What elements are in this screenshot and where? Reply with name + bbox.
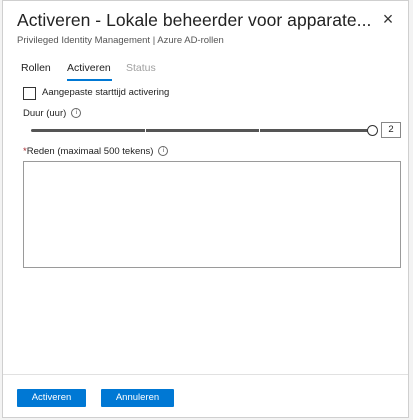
info-icon[interactable]: i	[71, 108, 82, 119]
custom-start-label: Aangepaste starttijd activering	[42, 87, 170, 98]
panel-subtitle: Privileged Identity Management | Azure A…	[17, 35, 224, 46]
duration-label: Duur (uur)	[23, 108, 67, 119]
activate-role-panel: Activeren - Lokale beheerder voor appara…	[2, 0, 409, 418]
slider-track	[31, 129, 371, 132]
active-tab-indicator	[67, 79, 112, 81]
reason-label-row: *Reden (maximaal 500 tekens) i	[23, 146, 169, 157]
tab-status: Status	[126, 62, 156, 74]
cancel-button[interactable]: Annuleren	[101, 389, 174, 407]
close-icon[interactable]: ×	[378, 9, 398, 29]
tab-rollen[interactable]: Rollen	[21, 62, 51, 74]
reason-label: Reden (maximaal 500 tekens)	[26, 146, 154, 157]
custom-start-checkbox[interactable]	[23, 87, 36, 100]
duration-value-field[interactable]: 2	[381, 122, 401, 138]
slider-thumb[interactable]	[367, 125, 378, 136]
footer-divider	[3, 374, 408, 375]
slider-tick	[259, 128, 260, 132]
activate-button[interactable]: Activeren	[17, 389, 86, 407]
tab-activeren[interactable]: Activeren	[67, 62, 111, 74]
slider-tick	[145, 128, 146, 132]
panel-title: Activeren - Lokale beheerder voor appara…	[17, 10, 372, 30]
reason-textarea[interactable]	[23, 161, 401, 268]
info-icon[interactable]: i	[158, 146, 169, 157]
duration-slider[interactable]	[31, 125, 378, 136]
duration-label-row: Duur (uur) i	[23, 108, 82, 119]
